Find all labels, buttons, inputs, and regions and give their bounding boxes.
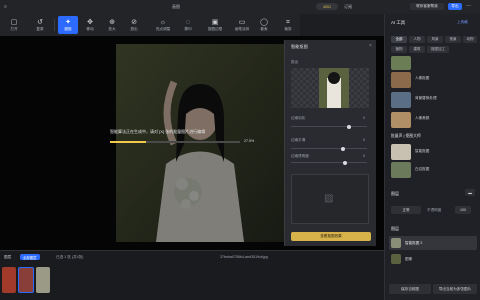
tool-thumb-1[interactable]: [391, 56, 411, 70]
tool-thumb-2[interactable]: [391, 72, 411, 88]
tag-night[interactable]: 夜景: [445, 36, 461, 43]
bottom-strip: 图层 全部图层 已选 1 张 (共4张) 37beba0756b4-aed351…: [0, 250, 384, 300]
bottom-tab-1[interactable]: 图层: [4, 255, 11, 260]
apply-button[interactable]: 查看抠图效果: [291, 232, 371, 241]
preview-checker: [291, 68, 369, 108]
tool-lasso[interactable]: ◯ 套索: [254, 16, 274, 34]
film-thumb-3[interactable]: [36, 267, 50, 293]
tool-item-label: 人像抠图: [415, 76, 430, 80]
progress-fill: [110, 141, 146, 143]
exit-icon: ⊘: [131, 18, 137, 26]
save-current-button[interactable]: 保存当前图: [389, 284, 431, 294]
folder-icon: ▢: [10, 18, 18, 26]
edge-feather-slider[interactable]: [291, 124, 367, 129]
opacity-input[interactable]: 100: [455, 206, 471, 214]
film-thumb-2[interactable]: [18, 267, 34, 293]
section-thumb-2[interactable]: [391, 162, 411, 178]
crop-icon: ⌗: [286, 18, 290, 26]
film-thumb-1[interactable]: [2, 267, 16, 293]
help-button[interactable]: 联系客服帮我: [410, 3, 444, 10]
properties-title: 图层: [391, 191, 399, 196]
progress-message: 智能算法正在生成中，请对 [X] 张的批量图片进行编辑: [110, 129, 206, 134]
selection-count: 已选 1 张 (共4张): [56, 255, 84, 259]
file-name: 37beba0756b4-aed3519cbjpg: [220, 255, 268, 259]
brightness-icon: ☼: [159, 18, 167, 26]
tag-plant[interactable]: 植物: [391, 46, 407, 53]
section-header: 批量声 | 抠图大师: [391, 134, 421, 138]
menu-icon[interactable]: ≡: [4, 4, 7, 10]
ai-tools-header: AI 工具: [391, 20, 406, 25]
tool-exit[interactable]: ⊘ 退出: [124, 16, 144, 34]
section-thumb-1[interactable]: [391, 144, 411, 160]
edge-opacity-label: 边缘透明度: [291, 154, 309, 158]
tool-item-label: 人像美颜: [415, 116, 430, 120]
tool-open[interactable]: ▢ 打开: [4, 16, 24, 34]
collapse-icon[interactable]: ▬: [465, 189, 475, 196]
undo-icon: ↺: [37, 18, 43, 26]
lasso-icon: ◯: [260, 18, 268, 26]
tool-border[interactable]: ▣ 抠图边框: [202, 16, 228, 34]
zoom-icon: ⊕: [109, 18, 115, 26]
tool-thumb-4[interactable]: [391, 112, 411, 128]
cutout-panel: 智能抠图 × 抠出 边缘羽化 0 边缘平滑 0 边缘透明度 0 ▨ 查看抠图效果: [284, 40, 376, 246]
layer-row-1[interactable]: 智能抠图 2: [389, 236, 477, 250]
tag-people[interactable]: 人物: [409, 36, 425, 43]
section-item-label: 智能抠图: [415, 149, 430, 153]
edge-smooth-label: 边缘平滑: [291, 138, 306, 142]
section-item-label: 白边抠图: [415, 167, 430, 171]
image-icon: ▨: [324, 193, 334, 204]
tag-building[interactable]: 建筑: [409, 46, 425, 53]
close-icon[interactable]: ×: [369, 43, 372, 49]
edge-smooth-value: 0: [363, 138, 365, 142]
upload-link[interactable]: 上传格: [457, 20, 468, 25]
panel-title: 智能抠图: [291, 44, 308, 49]
opacity-label: 不透明度: [427, 208, 442, 212]
tool-zoom[interactable]: ⊕ 放大: [102, 16, 122, 34]
credits-badge[interactable]: 4001: [316, 3, 338, 10]
magic-icon: ✦: [65, 18, 71, 26]
tool-brightness[interactable]: ☼ 亮点调整: [150, 16, 176, 34]
window-controls-icon[interactable]: —: [466, 3, 471, 9]
tag-landscape[interactable]: 风景: [427, 36, 443, 43]
tag-all[interactable]: 全部: [391, 36, 407, 43]
edge-feather-value: 0: [363, 116, 365, 120]
tool-item-label: 背景替换处理: [415, 96, 437, 100]
tag-animal[interactable]: 动物: [463, 36, 477, 43]
layer-name: 智能抠图 2: [405, 241, 423, 245]
edge-opacity-value: 0: [363, 154, 365, 158]
subscribe-link[interactable]: 订阅: [344, 4, 352, 10]
progress-percent: 27.5%: [244, 139, 255, 143]
export-multi-button[interactable]: 导出当前为多张图片: [433, 284, 477, 294]
brush-icon: ▭: [238, 18, 246, 26]
bottom-tab-2[interactable]: 全部图层: [20, 254, 40, 260]
eraser-icon: ◌: [185, 18, 191, 26]
move-icon: ✥: [87, 18, 93, 26]
tool-brush[interactable]: ▭ 画笔涂抹: [230, 16, 254, 34]
tool-eraser[interactable]: ◌ 擦印: [178, 16, 198, 34]
tag-cutout[interactable]: 抠图加工: [427, 46, 449, 53]
border-icon: ▣: [211, 18, 219, 26]
tool-restore[interactable]: ↺ 复原: [30, 16, 50, 34]
title-bar: ≡ 画图 4001 订阅 联系客服帮我 导出 —: [0, 0, 480, 14]
toolbar: ▢ 打开 ↺ 复原 ✦ 魔抠 ✥ 移动 ⊕ 放大 ⊘ 退出 ☼ 亮点调整 ◌ 擦印 ▣ 抠图边框 …: [0, 14, 300, 36]
image-drop-area[interactable]: ▨: [291, 174, 369, 224]
tool-magic-cutout[interactable]: ✦ 魔抠: [58, 16, 78, 34]
progress-track: [110, 141, 240, 143]
edge-opacity-slider[interactable]: [291, 160, 367, 165]
app-title: 画图: [172, 4, 180, 9]
tool-thumb-3[interactable]: [391, 92, 411, 108]
right-sidebar: AI 工具 上传格 全部 人物 风景 夜景 动物 植物 建筑 抠图加工 人像抠图…: [384, 14, 480, 300]
layer-name: 图像: [405, 257, 413, 261]
layers-title: 图层: [391, 226, 399, 231]
export-button[interactable]: 导出: [448, 3, 462, 10]
layer-row-2[interactable]: 图像: [389, 252, 477, 266]
blend-mode-select[interactable]: 正常: [391, 206, 421, 214]
panel-sub: 抠出: [291, 60, 299, 64]
edge-feather-label: 边缘羽化: [291, 116, 306, 120]
edge-smooth-slider[interactable]: [291, 146, 367, 151]
tool-move[interactable]: ✥ 移动: [80, 16, 100, 34]
processing-overlay: [116, 44, 284, 242]
tool-crop[interactable]: ⌗ 裁剪: [278, 16, 298, 34]
